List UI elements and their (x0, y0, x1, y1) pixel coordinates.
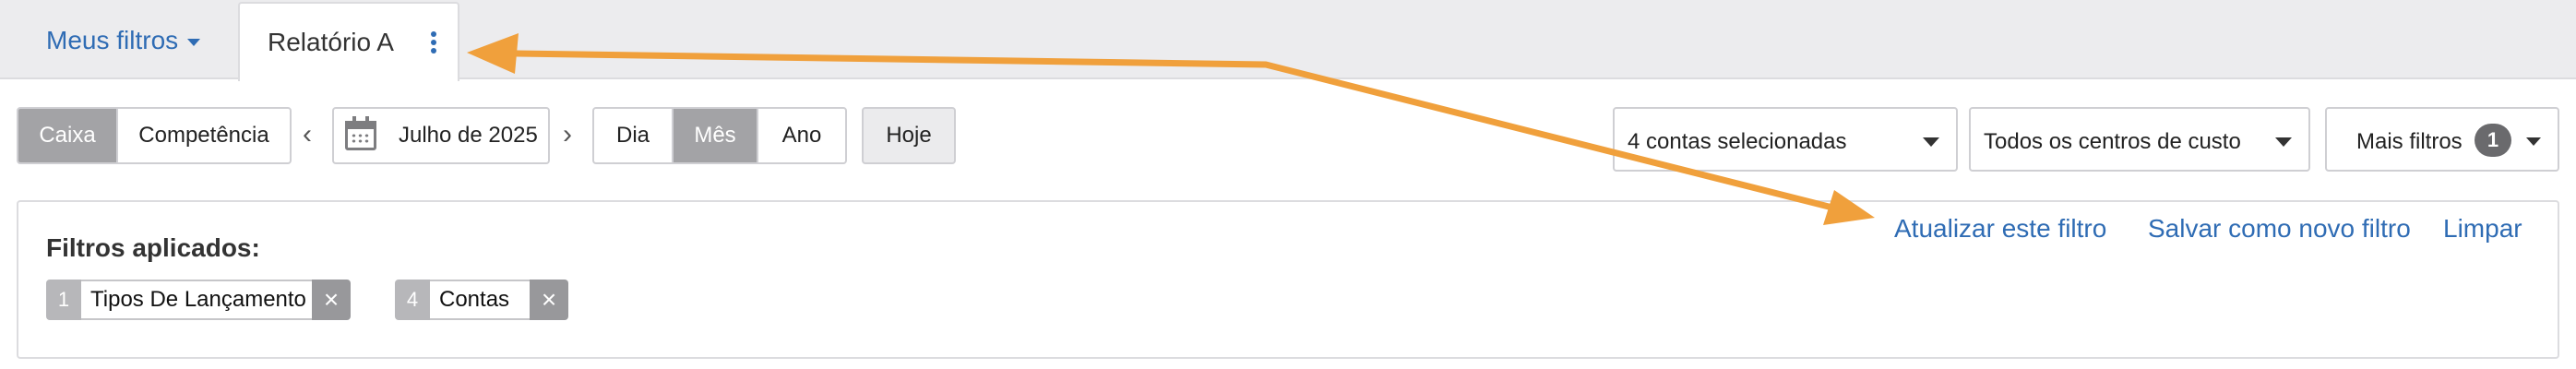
caret-down-icon (2275, 137, 2292, 147)
tab-report-a[interactable]: Relatório A (238, 2, 459, 81)
next-period-chevron-icon[interactable]: › (563, 118, 572, 151)
accounts-select-label: 4 contas selecionadas (1628, 129, 1847, 154)
accrual-button[interactable]: Competência (118, 109, 290, 162)
caret-down-icon (187, 38, 201, 46)
filter-chip-label[interactable]: Contas (430, 280, 530, 320)
day-button[interactable]: Dia (594, 109, 674, 162)
filter-chip-label[interactable]: Tipos De Lançamento (81, 280, 312, 320)
cost-centers-select-label: Todos os centros de custo (1984, 129, 2241, 154)
more-filters-label: Mais filtros (2356, 129, 2463, 154)
filter-chip-accounts: 4 Contas × (395, 280, 568, 320)
regime-toggle: Caixa Competência (17, 107, 292, 164)
more-filters-count-badge: 1 (2475, 124, 2511, 157)
caret-down-icon (2526, 137, 2541, 146)
tab-report-a-label: Relatório A (268, 28, 394, 56)
remove-filter-close-icon[interactable]: × (530, 280, 568, 320)
cash-button[interactable]: Caixa (18, 109, 118, 162)
granularity-toggle: Dia Mês Ano (592, 107, 847, 164)
save-new-filter-link[interactable]: Salvar como novo filtro (2148, 214, 2411, 244)
caret-down-icon (1923, 137, 1939, 147)
more-filters-button[interactable]: Mais filtros 1 (2325, 107, 2559, 172)
today-button[interactable]: Hoje (862, 107, 956, 164)
period-picker[interactable]: Julho de 2025 (332, 107, 550, 164)
filter-chip-count: 1 (46, 280, 81, 320)
remove-filter-close-icon[interactable]: × (312, 280, 351, 320)
year-button[interactable]: Ano (758, 109, 845, 162)
my-filters-dropdown[interactable]: Meus filtros (46, 26, 201, 55)
accounts-select[interactable]: 4 contas selecionadas (1613, 107, 1958, 172)
my-filters-label: Meus filtros (46, 26, 179, 54)
clear-filters-link[interactable]: Limpar (2443, 214, 2522, 244)
update-filter-link[interactable]: Atualizar este filtro (1894, 214, 2106, 244)
applied-filters-title: Filtros aplicados: (46, 233, 260, 262)
period-label: Julho de 2025 (399, 123, 538, 148)
previous-period-chevron-icon[interactable]: ‹ (303, 118, 312, 151)
filter-chip-count: 4 (395, 280, 430, 320)
calendar-icon (345, 116, 376, 150)
kebab-menu-icon[interactable] (424, 31, 443, 57)
filter-chip-entry-types: 1 Tipos De Lançamento × (46, 280, 351, 320)
cost-centers-select[interactable]: Todos os centros de custo (1969, 107, 2310, 172)
month-button[interactable]: Mês (674, 109, 758, 162)
